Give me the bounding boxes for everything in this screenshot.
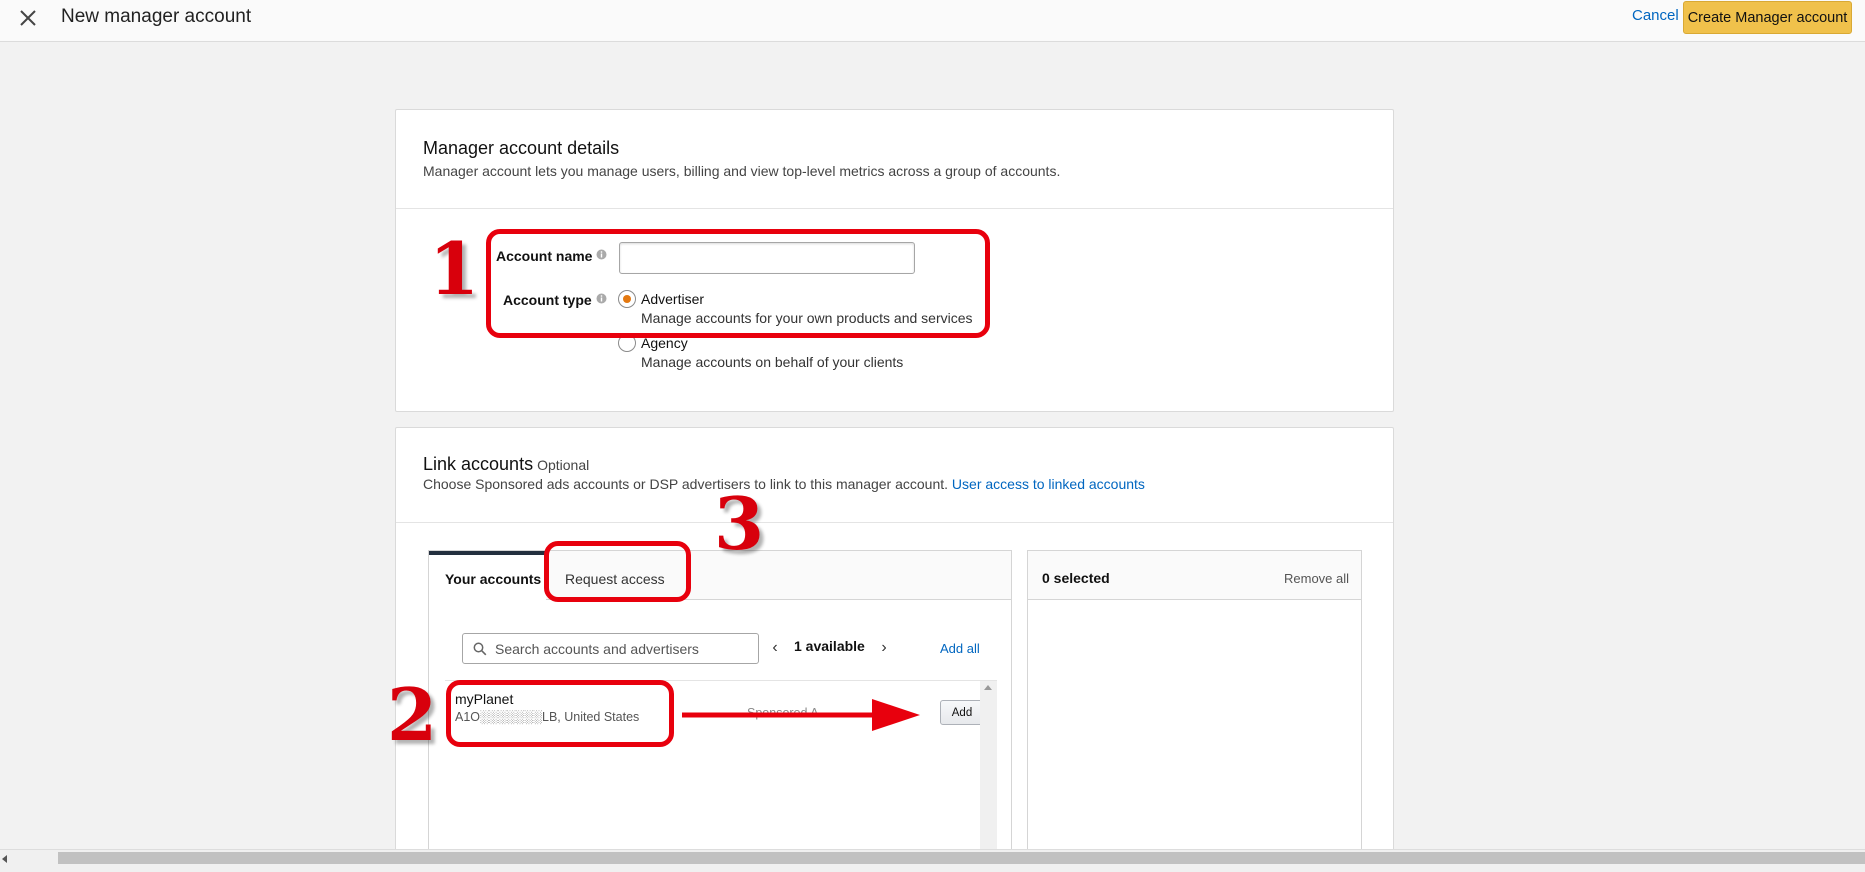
scroll-left-icon[interactable]: [2, 855, 7, 863]
account-tabs: Your accounts Request access: [429, 551, 1011, 600]
search-icon: [473, 642, 487, 656]
add-all-link[interactable]: Add all: [940, 641, 980, 656]
account-name: myPlanet: [455, 691, 514, 707]
account-name-input[interactable]: [619, 242, 915, 274]
account-id: A1O░░░░░░░LB, United States: [455, 710, 640, 724]
selected-header: 0 selected Remove all: [1028, 551, 1361, 600]
link-accounts-card: Link accounts Optional Choose Sponsored a…: [395, 427, 1394, 872]
create-manager-account-button[interactable]: Create Manager account: [1683, 1, 1852, 34]
info-icon[interactable]: [596, 291, 607, 304]
scroll-up-icon[interactable]: [984, 685, 992, 690]
agency-radio[interactable]: [618, 334, 636, 352]
user-access-link[interactable]: User access to linked accounts: [952, 476, 1145, 492]
info-icon[interactable]: [596, 247, 607, 260]
tab-your-accounts-label: Your accounts: [445, 571, 542, 587]
remove-all-link[interactable]: Remove all: [1284, 571, 1349, 586]
account-name-label: Account name: [496, 247, 607, 264]
agency-description: Manage accounts on behalf of your client…: [641, 354, 904, 370]
account-type-label: Account type: [503, 291, 607, 308]
details-divider: [396, 208, 1393, 209]
agency-radio-label[interactable]: Agency: [641, 335, 688, 351]
next-page-icon[interactable]: ›: [878, 637, 890, 659]
manager-account-details-card: Manager account details Manager account …: [395, 109, 1394, 412]
optional-tag: Optional: [537, 457, 590, 473]
selected-accounts-panel: 0 selected Remove all: [1027, 550, 1362, 872]
selected-count: 0 selected: [1042, 570, 1110, 586]
available-count: 1 available: [794, 638, 865, 654]
advertiser-radio[interactable]: [618, 290, 636, 308]
account-name-label-text: Account name: [496, 248, 593, 264]
list-scrollbar[interactable]: [980, 681, 997, 872]
link-accounts-title: Link accounts Optional: [423, 454, 589, 475]
accounts-list: myPlanet A1O░░░░░░░LB, United States Spo…: [445, 680, 997, 872]
search-input[interactable]: [495, 640, 750, 658]
available-accounts-panel: Your accounts Request access ‹ 1 availab…: [428, 550, 1012, 872]
prev-page-icon[interactable]: ‹: [769, 637, 781, 659]
tab-request-access-label: Request access: [565, 571, 665, 587]
link-accounts-divider: [396, 522, 1393, 523]
link-accounts-subtitle: Choose Sponsored ads accounts or DSP adv…: [423, 476, 1145, 492]
search-box: [462, 633, 759, 664]
link-accounts-subtitle-text: Choose Sponsored ads accounts or DSP adv…: [423, 476, 949, 492]
tab-request-access[interactable]: Request access: [546, 551, 666, 600]
tab-your-accounts[interactable]: Your accounts: [429, 551, 546, 600]
details-subtitle: Manager account lets you manage users, b…: [423, 163, 1061, 179]
account-type-label-text: Account type: [503, 292, 592, 308]
close-icon[interactable]: [14, 4, 42, 32]
account-type: Sponsored A: [747, 706, 819, 720]
top-header-bar: New manager account Cancel Create Manage…: [0, 0, 1865, 42]
horizontal-scrollbar[interactable]: [0, 849, 1865, 872]
cancel-link[interactable]: Cancel: [1632, 7, 1679, 24]
list-item: myPlanet A1O░░░░░░░LB, United States Spo…: [445, 681, 984, 735]
add-account-button[interactable]: Add: [940, 700, 984, 725]
details-title: Manager account details: [423, 138, 620, 158]
link-accounts-title-text: Link accounts: [423, 454, 534, 474]
advertiser-description: Manage accounts for your own products an…: [641, 310, 973, 326]
advertiser-radio-label[interactable]: Advertiser: [641, 291, 704, 307]
scrollbar-thumb[interactable]: [58, 852, 1865, 864]
page-title: New manager account: [61, 6, 252, 27]
